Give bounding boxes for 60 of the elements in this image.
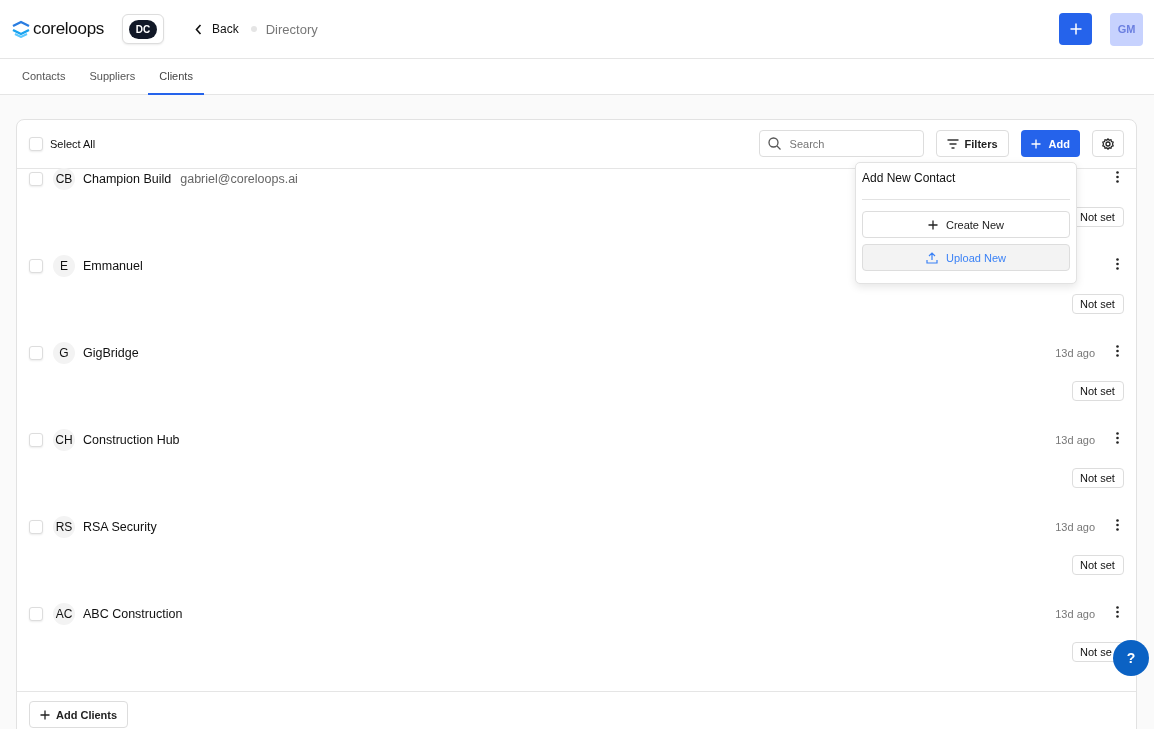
initials-avatar: CB xyxy=(53,167,75,190)
breadcrumb: Directory xyxy=(265,21,318,37)
initials-avatar: G xyxy=(53,341,75,364)
menu-title: Add New Contact xyxy=(862,171,957,185)
more-icon xyxy=(1116,432,1119,445)
logo-icon xyxy=(11,20,31,38)
client-name: RSA Security xyxy=(83,519,157,534)
plus-icon xyxy=(40,709,50,720)
filters-button[interactable]: Filters xyxy=(935,130,1009,158)
checkbox[interactable] xyxy=(29,136,43,151)
more-icon xyxy=(1116,606,1119,619)
client-email: gabriel@coreloops.ai xyxy=(180,171,298,186)
checkbox[interactable] xyxy=(29,171,43,186)
more-icon xyxy=(1116,258,1119,271)
add-button[interactable]: Add xyxy=(1020,130,1080,158)
settings-icon xyxy=(1102,137,1114,150)
status-badge: Not set xyxy=(1072,293,1124,314)
updated-time: 13d ago xyxy=(1055,520,1095,533)
initials-avatar: CH xyxy=(53,428,75,451)
tab[interactable]: Clients xyxy=(148,59,204,95)
initials-avatar: AC xyxy=(53,602,75,625)
updated-time: 13d ago xyxy=(1055,346,1095,359)
menu-item[interactable]: Create New xyxy=(862,211,1070,238)
more-icon xyxy=(1116,519,1119,532)
checkbox[interactable] xyxy=(29,606,43,621)
tab[interactable]: Contacts xyxy=(11,59,77,95)
status-badge: Not set xyxy=(1072,554,1124,575)
checkbox[interactable] xyxy=(29,258,43,273)
client-name: Emmanuel xyxy=(83,258,143,273)
upload-icon xyxy=(926,251,939,264)
plus-icon xyxy=(927,219,938,230)
tab[interactable]: Suppliers xyxy=(78,59,147,95)
search-field[interactable]: Search xyxy=(758,130,924,158)
workspace-switcher[interactable]: DC xyxy=(122,14,164,44)
checkbox[interactable] xyxy=(29,519,43,534)
add-clients-button[interactable]: Add Clients xyxy=(29,701,129,729)
initials-avatar: E xyxy=(53,254,75,277)
updated-time: 13d ago xyxy=(1055,433,1095,446)
more-icon xyxy=(1116,171,1119,184)
add-button[interactable] xyxy=(1059,13,1092,45)
plus-icon xyxy=(1030,138,1041,149)
more-icon xyxy=(1116,345,1119,358)
client-name: Champion Build xyxy=(83,171,172,186)
checkbox[interactable] xyxy=(29,432,43,447)
client-name: GigBridge xyxy=(83,345,139,360)
client-name: Construction Hub xyxy=(83,432,180,447)
settings-button[interactable] xyxy=(1092,130,1124,158)
client-name: ABC Construction xyxy=(83,606,183,621)
help-button[interactable]: ? xyxy=(1113,640,1149,676)
select-all-label: Select All xyxy=(50,137,96,150)
checkbox[interactable] xyxy=(29,345,43,360)
status-badge: Not set xyxy=(1072,467,1124,488)
chevron-left-icon xyxy=(195,23,202,35)
initials-avatar: RS xyxy=(53,515,75,538)
logo-text: coreloops xyxy=(33,19,104,39)
plus-icon xyxy=(1069,23,1082,35)
filter-icon xyxy=(946,138,959,149)
updated-time: 13d ago xyxy=(1055,607,1095,620)
status-badge: Not set xyxy=(1072,380,1124,401)
back-button[interactable]: Back xyxy=(195,22,239,36)
